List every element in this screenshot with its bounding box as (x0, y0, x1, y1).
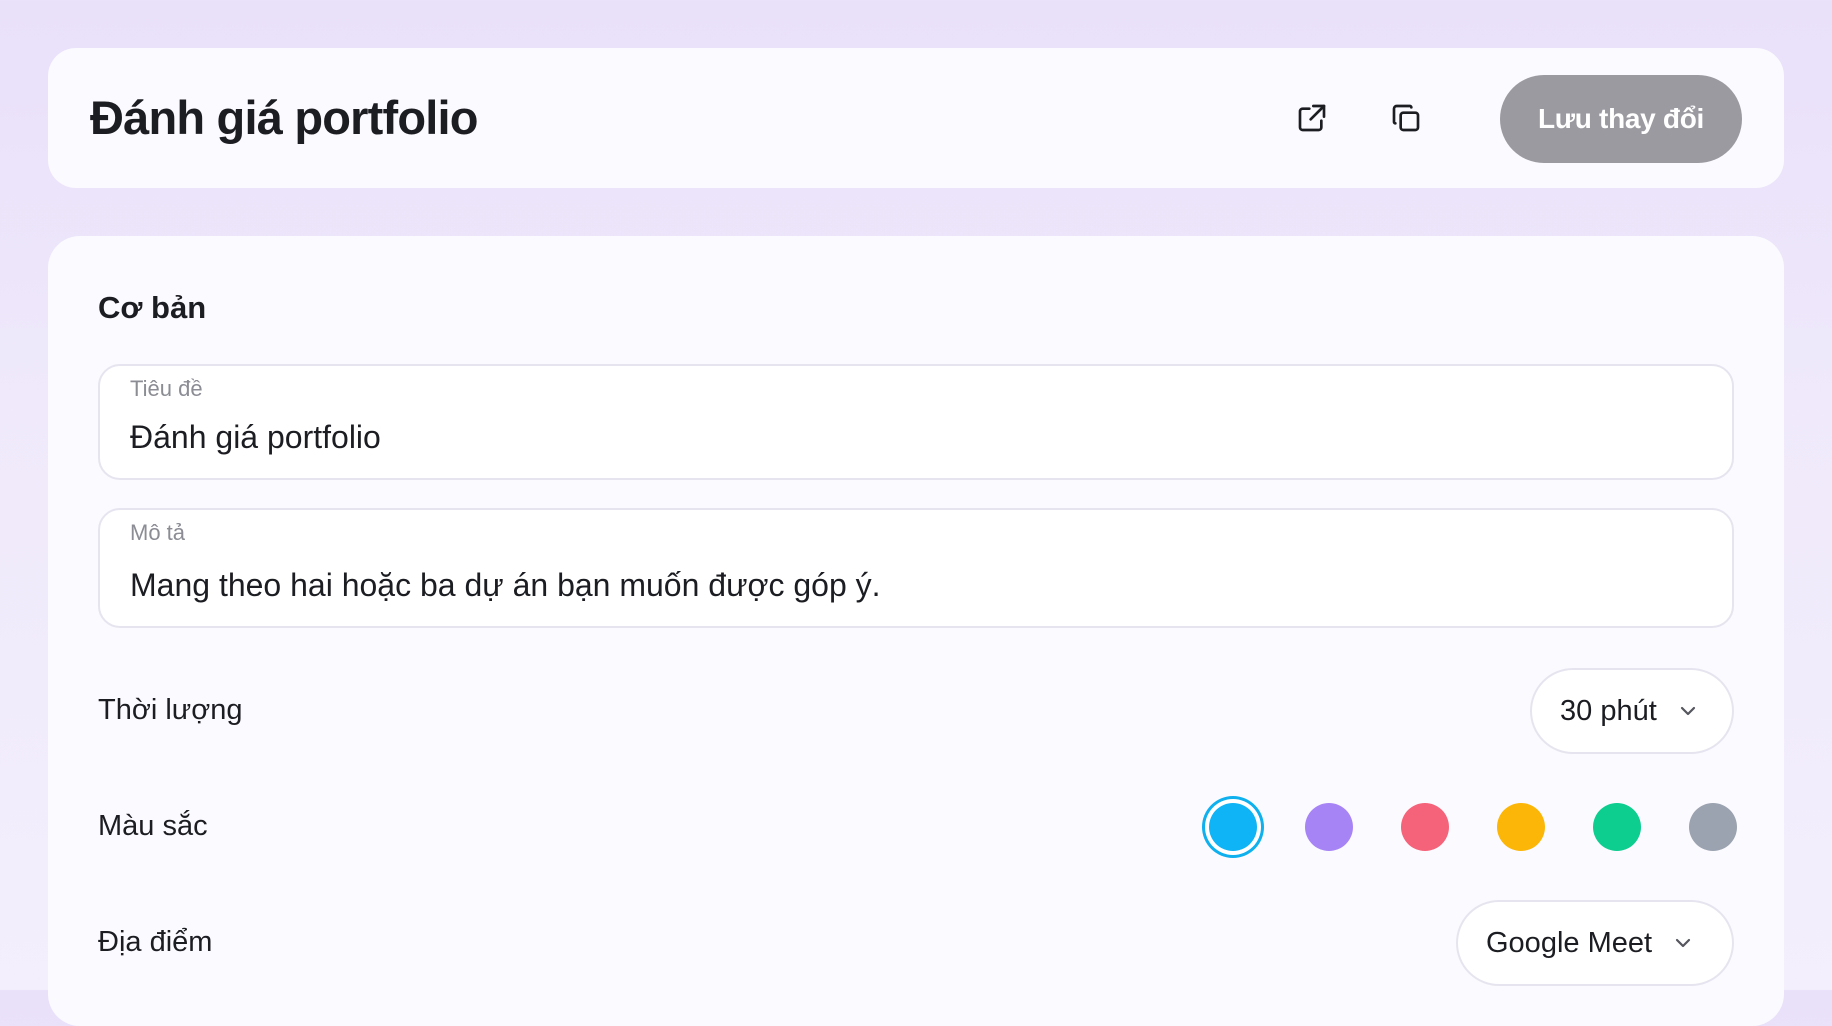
location-select[interactable]: Google Meet (1456, 900, 1734, 986)
duplicate-button[interactable] (1382, 94, 1430, 142)
save-button[interactable]: Lưu thay đổi (1500, 75, 1742, 163)
duration-value: 30 phút (1560, 694, 1657, 727)
description-field-label: Mô tả (130, 520, 186, 545)
open-external-button[interactable] (1288, 94, 1336, 142)
section-title: Cơ bản (98, 290, 207, 325)
description-input[interactable] (130, 564, 1690, 606)
color-swatch-yellow[interactable] (1497, 803, 1545, 851)
color-swatch-blue[interactable] (1209, 803, 1257, 851)
page-title: Đánh giá portfolio (90, 91, 478, 144)
external-link-icon (1298, 104, 1326, 132)
chevron-down-icon (1674, 937, 1692, 949)
settings-card: Cơ bản Tiêu đề Mô tả Thời lượng 30 phút … (48, 236, 1784, 1026)
chevron-down-icon (1679, 705, 1697, 717)
header-card: Đánh giá portfolio Lưu thay đổi (48, 48, 1784, 188)
color-swatch-purple[interactable] (1305, 803, 1353, 851)
location-label: Địa điểm (98, 926, 213, 958)
title-input[interactable] (130, 416, 1690, 458)
title-field-label: Tiêu đề (130, 376, 203, 401)
copy-icon (1392, 104, 1420, 132)
title-field[interactable]: Tiêu đề (98, 364, 1734, 480)
location-value: Google Meet (1486, 926, 1653, 959)
color-swatch-green[interactable] (1593, 803, 1641, 851)
duration-select[interactable]: 30 phút (1530, 668, 1734, 754)
color-label: Màu sắc (98, 810, 208, 842)
color-swatch-pink[interactable] (1401, 803, 1449, 851)
duration-label: Thời lượng (98, 694, 243, 726)
description-field[interactable]: Mô tả (98, 508, 1734, 628)
color-swatch-gray[interactable] (1689, 803, 1737, 851)
